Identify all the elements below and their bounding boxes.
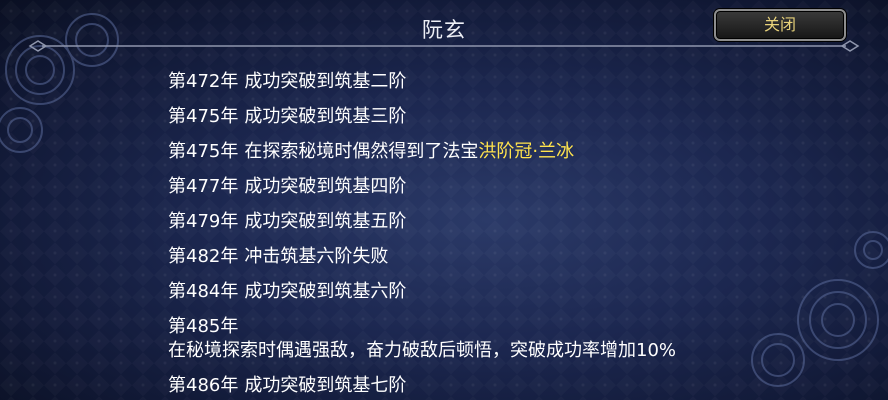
entry-text: 成功突破到筑基五阶 [244, 211, 407, 232]
entry-text: 在探索秘境时偶然得到了法宝 [244, 141, 479, 162]
entry-text: 成功突破到筑基七阶 [244, 375, 407, 396]
entry-year: 第477年 [168, 176, 239, 197]
list-item: 第472年 成功突破到筑基二阶 [168, 70, 868, 94]
close-button[interactable]: 关闭 [714, 9, 846, 41]
entry-text: 成功突破到筑基四阶 [244, 176, 407, 197]
entry-text: 成功突破到筑基二阶 [244, 71, 407, 92]
entry-year: 第472年 [168, 71, 239, 92]
list-item: 第477年 成功突破到筑基四阶 [168, 175, 868, 199]
entry-year: 第475年 [168, 141, 239, 162]
entry-year: 第479年 [168, 211, 239, 232]
entry-text: 冲击筑基六阶失败 [244, 246, 389, 267]
list-item: 第475年 成功突破到筑基三阶 [168, 105, 868, 129]
list-item: 第479年 成功突破到筑基五阶 [168, 210, 868, 234]
entry-year: 第482年 [168, 246, 239, 267]
list-item: 第485年 在秘境探索时偶遇强敌，奋力破敌后顿悟，突破成功率增加10% [168, 315, 868, 363]
ornate-divider-icon [28, 40, 860, 52]
event-log: 第472年 成功突破到筑基二阶 第475年 成功突破到筑基三阶 第475年 在探索秘境… [168, 70, 868, 400]
header-bar: 阮玄 关闭 [0, 0, 888, 56]
entry-year: 第485年 [168, 316, 239, 337]
entry-text: 在秘境探索时偶遇强敌，奋力破敌后顿悟，突破成功率增加10% [168, 340, 677, 361]
entry-year: 第475年 [168, 106, 239, 127]
entry-year: 第484年 [168, 281, 239, 302]
list-item: 第484年 成功突破到筑基六阶 [168, 280, 868, 304]
entry-year: 第486年 [168, 375, 239, 396]
treasure-name: 洪阶冠·兰冰 [478, 141, 575, 162]
entry-text: 成功突破到筑基三阶 [244, 106, 407, 127]
list-item: 第482年 冲击筑基六阶失败 [168, 245, 868, 269]
list-item: 第475年 在探索秘境时偶然得到了法宝洪阶冠·兰冰 [168, 140, 868, 164]
list-item: 第486年 成功突破到筑基七阶 [168, 374, 868, 398]
entry-text: 成功突破到筑基六阶 [244, 281, 407, 302]
